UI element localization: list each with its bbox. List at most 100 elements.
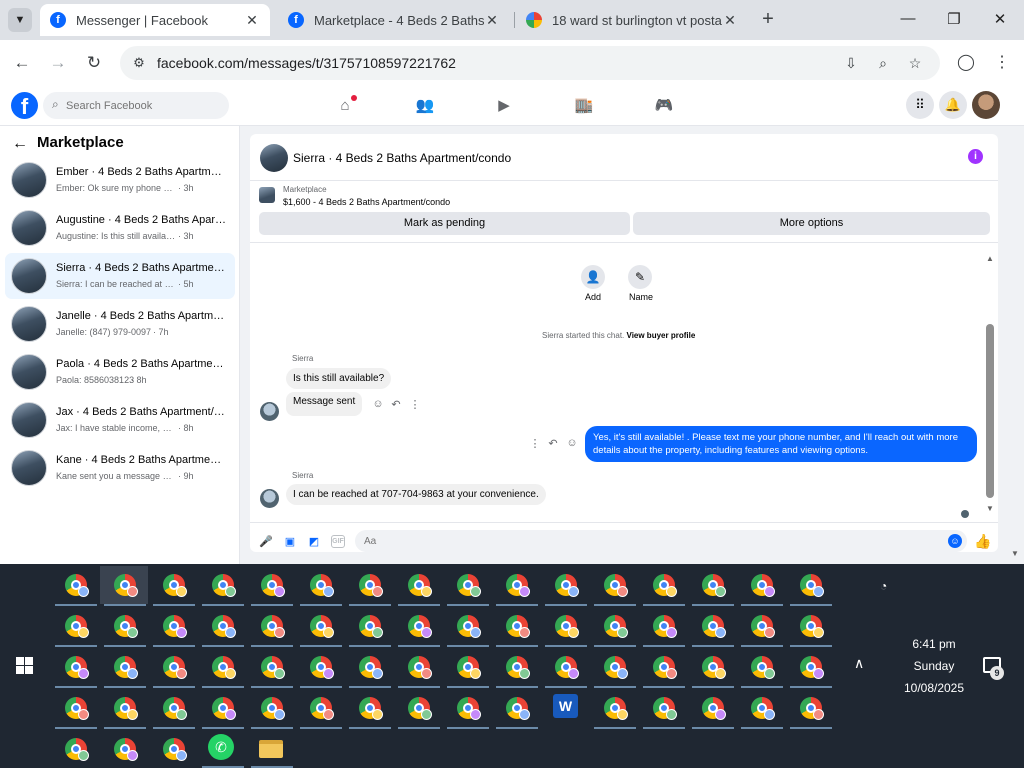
chrome-icon[interactable] xyxy=(651,654,677,680)
chrome-icon[interactable] xyxy=(504,695,530,721)
view-buyer-profile-link[interactable]: View buyer profile xyxy=(627,331,696,340)
site-settings-icon[interactable]: ⚙ xyxy=(130,54,148,72)
nav-friends[interactable]: 👥 xyxy=(413,94,437,118)
chrome-icon[interactable] xyxy=(406,695,432,721)
chrome-icon[interactable] xyxy=(406,654,432,680)
chrome-icon[interactable] xyxy=(308,654,334,680)
chrome-icon[interactable] xyxy=(210,654,236,680)
star-icon[interactable]: ☆ xyxy=(906,54,924,72)
url-text[interactable]: facebook.com/messages/t/3175710859722176… xyxy=(157,55,456,71)
menu-button[interactable]: ⠿ xyxy=(906,91,934,119)
microphone-icon[interactable]: 🎤 xyxy=(259,535,273,549)
clock-day[interactable]: Sunday xyxy=(896,659,972,673)
gif-icon[interactable]: GIF xyxy=(331,535,345,548)
search-input[interactable] xyxy=(66,96,221,115)
more-icon[interactable]: ⋮ xyxy=(529,437,541,450)
conversation-item-active[interactable]: Sierra · 4 Beds 2 Baths Apartment/... Si… xyxy=(5,253,235,299)
facebook-logo-icon[interactable]: f xyxy=(11,92,38,119)
emoji-react-icon[interactable]: ☺ xyxy=(372,398,384,410)
notifications-button[interactable]: 🔔 xyxy=(939,91,967,119)
forward-button[interactable]: → xyxy=(47,52,69,74)
mark-pending-button[interactable]: Mark as pending xyxy=(259,212,630,235)
more-icon[interactable]: ⋮ xyxy=(409,398,421,411)
chrome-icon[interactable] xyxy=(308,695,334,721)
close-window-button[interactable]: ✕ xyxy=(990,10,1010,30)
chrome-icon[interactable] xyxy=(504,572,530,598)
chrome-icon[interactable] xyxy=(112,736,138,762)
profile-icon[interactable]: ◯ xyxy=(955,52,977,74)
chrome-icon[interactable] xyxy=(63,695,89,721)
emoji-react-icon[interactable]: ☺ xyxy=(566,437,578,449)
chrome-icon[interactable] xyxy=(700,613,726,639)
avatar[interactable] xyxy=(260,144,288,172)
chrome-icon[interactable] xyxy=(161,736,187,762)
chrome-icon[interactable] xyxy=(112,654,138,680)
scroll-down-icon[interactable]: ▼ xyxy=(986,504,994,513)
chrome-icon[interactable] xyxy=(602,613,628,639)
chrome-icon[interactable] xyxy=(112,695,138,721)
clock-date[interactable]: 10/08/2025 xyxy=(896,681,972,695)
scrollbar-thumb[interactable] xyxy=(986,324,994,498)
chrome-icon[interactable] xyxy=(602,695,628,721)
chrome-icon[interactable] xyxy=(749,613,775,639)
chrome-icon[interactable] xyxy=(553,613,579,639)
chrome-icon[interactable] xyxy=(210,572,236,598)
chrome-icon[interactable] xyxy=(161,695,187,721)
emoji-icon[interactable]: ☺ xyxy=(948,534,962,548)
chrome-icon[interactable] xyxy=(357,572,383,598)
chrome-icon[interactable] xyxy=(63,654,89,680)
chrome-icon[interactable] xyxy=(455,654,481,680)
info-icon[interactable]: i xyxy=(968,149,983,164)
tab-marketplace[interactable]: f Marketplace - 4 Beds 2 Baths Ap ✕ xyxy=(278,4,510,36)
conversation-item[interactable]: Kane · 4 Beds 2 Baths Apartment/... Kane… xyxy=(5,445,235,491)
reply-icon[interactable]: ↶ xyxy=(390,398,402,411)
file-explorer-icon[interactable] xyxy=(259,740,283,758)
message-bubble[interactable]: Message sent xyxy=(286,392,363,416)
chrome-icon[interactable] xyxy=(798,613,824,639)
conversation-item[interactable]: Ember · 4 Beds 2 Baths Apartment... Embe… xyxy=(5,157,235,203)
back-arrow-icon[interactable]: ← xyxy=(12,135,28,153)
wifi-icon[interactable]: ◔ xyxy=(880,579,887,593)
sticker-icon[interactable]: ◩ xyxy=(307,535,321,549)
chrome-icon[interactable] xyxy=(455,572,481,598)
chrome-icon[interactable] xyxy=(161,613,187,639)
chrome-icon[interactable] xyxy=(602,572,628,598)
chrome-icon[interactable] xyxy=(406,572,432,598)
word-icon[interactable]: W xyxy=(553,694,578,718)
account-avatar[interactable] xyxy=(972,91,1000,119)
chrome-icon[interactable] xyxy=(63,613,89,639)
close-icon[interactable]: ✕ xyxy=(244,12,260,29)
conversation-item[interactable]: Paola · 4 Beds 2 Baths Apartment/... Pao… xyxy=(5,349,235,395)
conversation-item[interactable]: Janelle · 4 Beds 2 Baths Apartment... Ja… xyxy=(5,301,235,347)
listing-detail[interactable]: $1,600 - 4 Beds 2 Baths Apartment/condo xyxy=(283,197,450,207)
chrome-icon[interactable] xyxy=(259,613,285,639)
chrome-icon[interactable] xyxy=(161,572,187,598)
zoom-icon[interactable]: ⌕ xyxy=(874,54,892,72)
clock-time[interactable]: 6:41 pm xyxy=(896,637,972,651)
address-bar[interactable]: ⚙ facebook.com/messages/t/31757108597221… xyxy=(120,46,940,80)
chrome-icon[interactable] xyxy=(63,572,89,598)
nav-marketplace[interactable]: 🏬 xyxy=(572,94,596,118)
chrome-icon[interactable] xyxy=(406,613,432,639)
chrome-icon[interactable] xyxy=(308,572,334,598)
chrome-icon[interactable] xyxy=(700,572,726,598)
thumbs-up-icon[interactable]: 👍 xyxy=(974,533,991,550)
name-button[interactable]: ✎ xyxy=(628,265,652,289)
chrome-icon[interactable] xyxy=(357,613,383,639)
chrome-icon[interactable] xyxy=(210,613,236,639)
chat-title[interactable]: Sierra · 4 Beds 2 Baths Apartment/condo xyxy=(293,151,511,165)
chrome-icon[interactable] xyxy=(63,736,89,762)
scroll-up-icon[interactable]: ▲ xyxy=(986,254,994,263)
chrome-icon[interactable] xyxy=(700,695,726,721)
chrome-icon[interactable] xyxy=(455,613,481,639)
chrome-icon[interactable] xyxy=(259,654,285,680)
chrome-icon[interactable] xyxy=(651,572,677,598)
chrome-icon[interactable] xyxy=(112,613,138,639)
nav-gaming[interactable]: 🎮 xyxy=(652,94,676,118)
reply-icon[interactable]: ↶ xyxy=(547,437,559,450)
conversation-item[interactable]: Augustine · 4 Beds 2 Baths Apart... Augu… xyxy=(5,205,235,251)
chrome-icon[interactable] xyxy=(259,572,285,598)
windows-start-icon[interactable] xyxy=(16,657,33,674)
tab-search-button[interactable]: ▼ xyxy=(8,8,32,32)
message-bubble[interactable]: Is this still available? xyxy=(286,368,392,389)
